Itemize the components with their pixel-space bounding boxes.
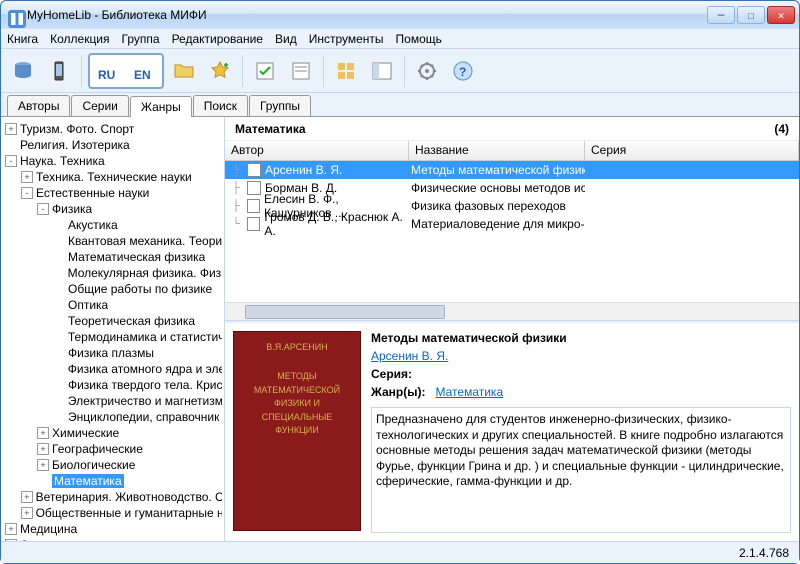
minimize-button[interactable]: ─ <box>707 6 735 24</box>
category-header: Математика (4) <box>225 117 799 141</box>
tree-item[interactable]: Энциклопедии, справочник <box>3 409 222 425</box>
help-button[interactable]: ? <box>447 53 479 89</box>
tree-item[interactable]: Оптика <box>3 297 222 313</box>
settings-button[interactable] <box>411 53 443 89</box>
tab-bar: Авторы Серии Жанры Поиск Группы <box>1 93 799 117</box>
close-button[interactable]: ✕ <box>767 6 795 24</box>
tree-item[interactable]: Молекулярная физика. Физи <box>3 265 222 281</box>
tree-item[interactable]: Акустика <box>3 217 222 233</box>
book-author-link[interactable]: Арсенин В. Я. <box>371 349 791 363</box>
tree-item[interactable]: +Ветеринария. Животноводство. Се <box>3 489 222 505</box>
menu-help[interactable]: Помощь <box>396 32 442 46</box>
tab-series[interactable]: Серии <box>71 95 128 116</box>
menu-tools[interactable]: Инструменты <box>309 32 384 46</box>
table-row[interactable]: ├Арсенин В. Я.Методы математической физи… <box>225 161 799 179</box>
grid-header: Автор Название Серия <box>225 141 799 161</box>
col-title[interactable]: Название <box>409 141 585 160</box>
tab-genres[interactable]: Жанры <box>130 96 192 117</box>
tree-item[interactable]: Физика атомного ядра и эле <box>3 361 222 377</box>
toolbar: RU EN ? <box>1 49 799 93</box>
tree-item[interactable]: +Техника. Технические науки <box>3 169 222 185</box>
tree-item[interactable]: +Общественные и гуманитарные на <box>3 505 222 521</box>
row-checkbox[interactable] <box>247 217 260 231</box>
table-row[interactable]: └Громов Д. В., Краснюк А. А.Материаловед… <box>225 215 799 233</box>
statusbar: 2.1.4.768 <box>1 541 799 563</box>
grid-button[interactable] <box>330 53 362 89</box>
form-button[interactable] <box>285 53 317 89</box>
tree-item[interactable]: Электричество и магнетизм <box>3 393 222 409</box>
tree-item[interactable]: Термодинамика и статистич <box>3 329 222 345</box>
tree-item[interactable]: Теоретическая физика <box>3 313 222 329</box>
folder-button[interactable] <box>168 53 200 89</box>
database-button[interactable] <box>7 53 39 89</box>
col-author[interactable]: Автор <box>225 141 409 160</box>
tree-item[interactable]: +Туризм. Фото. Спорт <box>3 121 222 137</box>
titlebar: MyHomeLib - Библиотека МИФИ ─ ☐ ✕ <box>1 1 799 29</box>
lang-en-button[interactable]: EN <box>126 55 162 91</box>
book-grid[interactable]: ├Арсенин В. Я.Методы математической физи… <box>225 161 799 302</box>
svg-text:EN: EN <box>134 68 151 82</box>
genre-link[interactable]: Математика <box>436 385 504 399</box>
favorite-button[interactable] <box>204 53 236 89</box>
tree-item[interactable]: Квантовая механика. Теори <box>3 233 222 249</box>
tree-item[interactable]: -Естественные науки <box>3 185 222 201</box>
book-cover: В.Я.АРСЕНИН МЕТОДЫ МАТЕМАТИЧЕСКОЙ ФИЗИКИ… <box>233 331 361 531</box>
maximize-button[interactable]: ☐ <box>737 6 765 24</box>
detail-panel: В.Я.АРСЕНИН МЕТОДЫ МАТЕМАТИЧЕСКОЙ ФИЗИКИ… <box>225 321 799 541</box>
book-title: Методы математической физики <box>371 331 791 345</box>
menu-book[interactable]: Книга <box>7 32 38 46</box>
tree-item[interactable]: -Физика <box>3 201 222 217</box>
menu-edit[interactable]: Редактирование <box>172 32 263 46</box>
category-name: Математика <box>235 122 306 136</box>
h-scrollbar[interactable] <box>225 302 799 320</box>
menu-collection[interactable]: Коллекция <box>50 32 109 46</box>
version-label: 2.1.4.768 <box>739 546 789 560</box>
tree-item[interactable]: Математика <box>3 473 222 489</box>
window-title: MyHomeLib - Библиотека МИФИ <box>27 8 707 22</box>
tree-item[interactable]: +Географические <box>3 441 222 457</box>
tree-item[interactable]: -Наука. Техника <box>3 153 222 169</box>
tree-item[interactable]: Физика плазмы <box>3 345 222 361</box>
menubar: Книга Коллекция Группа Редактирование Ви… <box>1 29 799 49</box>
tab-authors[interactable]: Авторы <box>7 95 70 116</box>
lang-ru-button[interactable]: RU <box>90 55 126 91</box>
device-button[interactable] <box>43 53 75 89</box>
tree-item[interactable]: +Биологические <box>3 457 222 473</box>
row-checkbox[interactable] <box>247 163 261 177</box>
genre-tree[interactable]: +Туризм. Фото. СпортРелигия. Изотерика-Н… <box>1 117 225 541</box>
app-window: MyHomeLib - Библиотека МИФИ ─ ☐ ✕ Книга … <box>0 0 800 564</box>
panel-button[interactable] <box>366 53 398 89</box>
tree-item[interactable]: Физика твердого тела. Крис <box>3 377 222 393</box>
tree-item[interactable]: Общие работы по физике <box>3 281 222 297</box>
menu-view[interactable]: Вид <box>275 32 297 46</box>
tree-item[interactable]: Математическая физика <box>3 249 222 265</box>
tree-item[interactable]: +Медицина <box>3 521 222 537</box>
tab-search[interactable]: Поиск <box>193 95 248 116</box>
tree-item[interactable]: +Химические <box>3 425 222 441</box>
category-count: (4) <box>774 122 789 136</box>
svg-text:?: ? <box>459 65 466 79</box>
col-series[interactable]: Серия <box>585 141 799 160</box>
genre-label: Жанр(ы): <box>371 385 425 399</box>
book-description[interactable]: Предназначено для студентов инженерно-фи… <box>371 407 791 533</box>
tree-item[interactable]: Религия. Изотерика <box>3 137 222 153</box>
svg-text:RU: RU <box>98 68 115 82</box>
menu-group[interactable]: Группа <box>122 32 160 46</box>
tab-groups[interactable]: Группы <box>249 95 311 116</box>
series-label: Серия: <box>371 367 412 381</box>
check-button[interactable] <box>249 53 281 89</box>
app-icon <box>5 7 21 23</box>
